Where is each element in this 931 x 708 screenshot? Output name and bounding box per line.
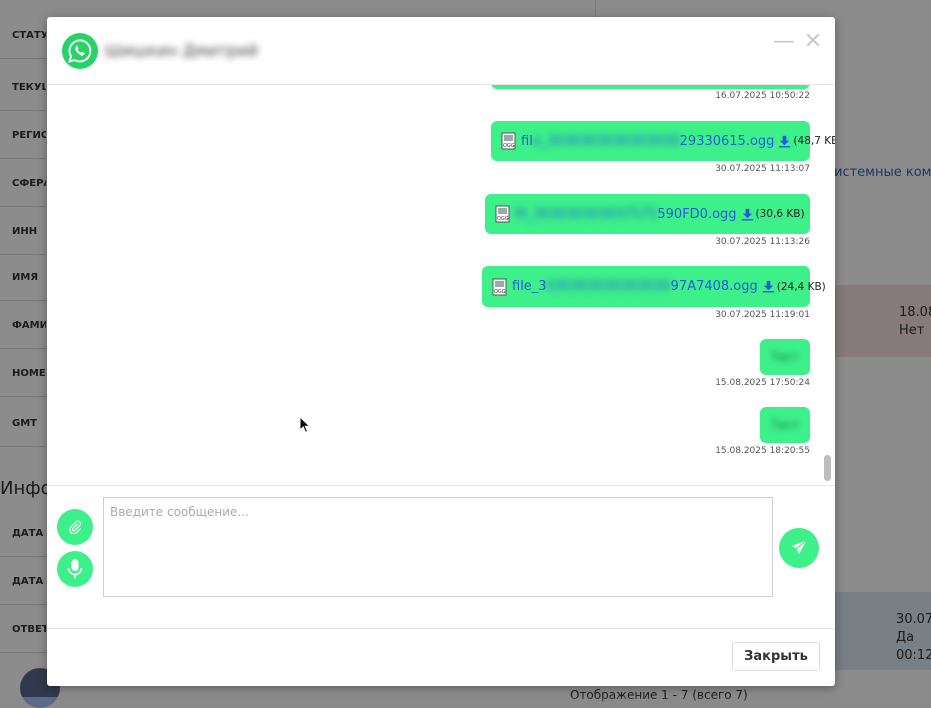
download-icon[interactable]	[778, 135, 791, 148]
message-timestamp: 30.07.2025 11:13:07	[715, 164, 810, 174]
attach-button[interactable]	[57, 509, 93, 545]
message-timestamp: 30.07.2025 11:19:01	[715, 310, 810, 320]
file-message-bubble: OGG file_303030303030303029330615.ogg (4…	[491, 121, 835, 161]
file-link[interactable]: fil_303030303037575590FD0.ogg	[515, 207, 737, 222]
download-icon[interactable]	[741, 208, 754, 221]
download-icon[interactable]	[762, 280, 775, 293]
text-message-bubble: Тест	[760, 339, 810, 375]
voice-record-button[interactable]	[57, 551, 93, 587]
minimize-button[interactable]: —	[773, 31, 795, 53]
file-size: (30,6 KB)	[755, 208, 805, 220]
message-composer	[47, 485, 835, 629]
message-text: Тест	[770, 350, 800, 364]
message-timestamp: 15.08.2025 18:20:55	[715, 446, 810, 456]
microphone-icon	[67, 559, 83, 579]
file-size: (24,4 KB)	[776, 280, 826, 293]
send-button[interactable]	[779, 528, 819, 568]
close-x-button[interactable]: ✕	[802, 31, 824, 53]
message-text: Тест	[770, 418, 800, 432]
whatsapp-logo-icon	[62, 33, 98, 69]
message-input[interactable]	[103, 497, 773, 597]
mouse-cursor-icon	[299, 416, 311, 433]
message-scrollbar-track[interactable]	[821, 85, 831, 485]
message-timestamp: 15.08.2025 17:50:24	[715, 378, 810, 388]
message-bubble-partial	[491, 85, 810, 89]
file-link[interactable]: file_303030303030303029330615.ogg	[521, 134, 774, 149]
svg-text:OGG: OGG	[494, 289, 506, 295]
audio-file-icon: OGG	[492, 278, 507, 295]
paper-plane-icon	[789, 538, 809, 556]
text-message-bubble: Тест	[760, 407, 810, 443]
chat-contact-name: Шишкин Дмитрий	[105, 41, 258, 60]
whatsapp-chat-modal: Шишкин Дмитрий — ✕ 16.07.2025 10:50:22 O…	[47, 17, 835, 686]
file-message-bubble: OGG file_303030303030303097A7408.ogg (24…	[482, 266, 826, 307]
svg-text:OGG: OGG	[497, 216, 509, 222]
message-list[interactable]: 16.07.2025 10:50:22 OGG file_30303030303…	[47, 85, 835, 485]
modal-header: Шишкин Дмитрий — ✕	[47, 17, 835, 85]
message-scrollbar-thumb[interactable]	[824, 455, 831, 481]
file-message-bubble: OGG fil_303030303037575590FD0.ogg (30,6 …	[485, 194, 810, 234]
file-link[interactable]: file_303030303030303097A7408.ogg	[512, 279, 758, 294]
message-timestamp: 30.07.2025 11:13:26	[715, 237, 810, 247]
audio-file-icon: OGG	[501, 132, 516, 150]
close-button[interactable]: Закрыть	[732, 642, 820, 671]
paperclip-icon	[69, 520, 81, 534]
svg-text:OGG: OGG	[503, 143, 515, 149]
audio-file-icon: OGG	[495, 205, 510, 223]
message-timestamp: 16.07.2025 10:50:22	[715, 91, 810, 101]
